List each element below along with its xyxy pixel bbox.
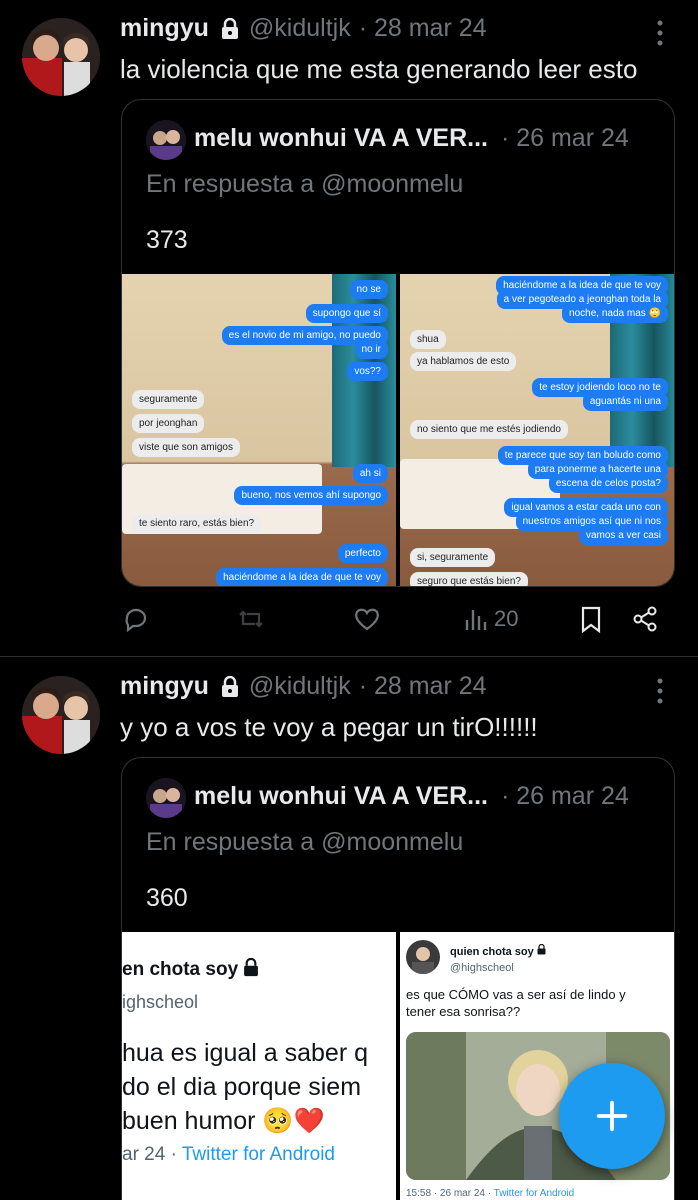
chat-message: no se xyxy=(349,280,388,299)
chat-message: ya hablamos de esto xyxy=(410,352,517,371)
chat-message: escena de celos posta? xyxy=(548,474,668,493)
plus-icon xyxy=(596,1100,628,1132)
reply-context: En respuesta a @moonmelu xyxy=(146,828,463,857)
lock-icon xyxy=(221,675,239,698)
screenshot-text: es que CÓMO vas a ser así de lindo y ten… xyxy=(406,986,626,1020)
heart-icon xyxy=(355,608,379,631)
tweet-header: mingyu @kidultjk · 28 mar 24 xyxy=(120,672,487,701)
share-icon xyxy=(633,606,657,632)
quoted-avatar[interactable] xyxy=(146,778,186,818)
chat-message: perfecto xyxy=(337,544,388,563)
tweet-actions: 20 xyxy=(0,604,698,644)
views-icon xyxy=(465,610,487,630)
chat-message: seguramente xyxy=(132,390,205,409)
screenshot-line: tener esa sonrisa?? xyxy=(406,1004,521,1019)
reply-button[interactable] xyxy=(121,604,151,634)
screenshot-meta-date: 15:58 · 26 mar 24 · xyxy=(406,1188,494,1199)
compose-button[interactable] xyxy=(559,1063,665,1169)
screenshot-name: en chota soy xyxy=(122,957,259,981)
quoted-header: melu wonhui VA A VER... · 26 mar 24 xyxy=(194,782,629,811)
reply-context: En respuesta a @moonmelu xyxy=(146,170,463,199)
retweet-icon xyxy=(239,610,263,628)
retweet-button[interactable] xyxy=(236,604,266,634)
chat-message: si, seguramente xyxy=(410,548,496,567)
chat-message: bueno, nos vemos ahí supongo xyxy=(234,486,388,505)
timestamp[interactable]: · 28 mar 24 xyxy=(359,14,487,43)
screenshot-name-text: en chota soy xyxy=(122,959,239,980)
bookmark-button[interactable] xyxy=(576,604,606,634)
chat-message: por jeonghan xyxy=(132,414,205,433)
share-button[interactable] xyxy=(630,604,660,634)
quoted-display-name[interactable]: melu wonhui VA A VER... xyxy=(194,124,488,152)
lock-icon xyxy=(244,957,259,977)
screenshot-meta-date: ar 24 · xyxy=(122,1144,182,1165)
chat-message: haciéndome a la idea de que te voy xyxy=(216,568,388,586)
chat-screenshot-right[interactable]: haciéndome a la idea de que te voy a ver … xyxy=(400,274,674,586)
avatar[interactable] xyxy=(22,18,100,96)
tweet-text: y yo a vos te voy a pegar un tirO!!!!!! xyxy=(120,712,538,742)
quoted-timestamp[interactable]: · 26 mar 24 xyxy=(501,782,629,810)
screenshot-text: hua es igual a saber q do el dia porque … xyxy=(122,1036,368,1138)
more-options-icon[interactable] xyxy=(650,18,670,48)
tweet-divider xyxy=(0,656,698,657)
chat-message: vamos a ver casi xyxy=(578,526,668,545)
chat-message: te siento raro, estás bien? xyxy=(132,514,262,533)
chat-message: vos?? xyxy=(347,362,388,381)
chat-message: viste que son amigos xyxy=(132,438,240,457)
quoted-text: 373 xyxy=(146,226,188,254)
reply-prefix: En respuesta a xyxy=(146,828,322,856)
screenshot-name-text: quien chota soy xyxy=(450,946,534,958)
views-count: 20 xyxy=(494,606,519,631)
bookmark-icon xyxy=(581,606,601,634)
views-button[interactable]: 20 xyxy=(462,604,518,634)
lock-icon xyxy=(537,943,546,955)
chat-message: seguro que estás bien? xyxy=(410,572,528,586)
tweet-header: mingyu @kidultjk · 28 mar 24 xyxy=(120,14,487,43)
timestamp[interactable]: · 28 mar 24 xyxy=(359,672,487,701)
chat-message: noche, nada mas 🙄 xyxy=(562,304,668,323)
screenshot-avatar xyxy=(406,940,440,974)
tweet-1[interactable]: mingyu @kidultjk · 28 mar 24 la violenci… xyxy=(0,0,698,656)
chat-screenshot-left[interactable]: no se supongo que sí es el novio de mi ami… xyxy=(122,274,396,586)
screenshot-line: hua es igual a saber q xyxy=(122,1039,369,1067)
more-options-icon[interactable] xyxy=(650,676,670,706)
screenshot-meta-client: Twitter for Android xyxy=(181,1144,335,1165)
reply-prefix: En respuesta a xyxy=(146,170,322,198)
chat-message: no siento que me estés jodiendo xyxy=(410,420,568,439)
avatar[interactable] xyxy=(22,676,100,754)
display-name[interactable]: mingyu xyxy=(120,14,209,43)
screenshot-line: es que CÓMO vas a ser así de lindo y xyxy=(406,987,626,1002)
quoted-avatar[interactable] xyxy=(146,120,186,160)
screenshot-handle: ighscheol xyxy=(122,992,199,1012)
quoted-tweet[interactable]: melu wonhui VA A VER... · 26 mar 24 En r… xyxy=(121,99,675,587)
screenshot-line: buen humor 🥺❤️ xyxy=(122,1107,325,1135)
reply-handle[interactable]: @moonmelu xyxy=(321,828,463,856)
screenshot-meta: 15:58 · 26 mar 24 · Twitter for Android xyxy=(406,1188,574,1199)
chat-message: shua xyxy=(410,330,446,349)
reply-icon xyxy=(125,608,147,633)
screenshot-meta-client: Twitter for Android xyxy=(493,1188,575,1199)
chat-message: aguantás ni una xyxy=(582,392,668,411)
screenshot-handle: @highscheol xyxy=(450,962,514,974)
handle[interactable]: @kidultjk xyxy=(249,14,351,43)
screenshot-name: quien chota soy xyxy=(450,943,546,958)
like-button[interactable] xyxy=(352,604,382,634)
chat-message: supongo que sí xyxy=(305,304,388,323)
display-name[interactable]: mingyu xyxy=(120,672,209,701)
screenshot-meta: ar 24 · Twitter for Android xyxy=(122,1144,335,1166)
quoted-text: 360 xyxy=(146,884,188,912)
reply-handle[interactable]: @moonmelu xyxy=(321,170,463,198)
quoted-timestamp[interactable]: · 26 mar 24 xyxy=(501,124,629,152)
tweet-text: la violencia que me esta generando leer … xyxy=(120,54,638,84)
chat-message: no ir xyxy=(354,340,388,359)
tweet-screenshot-left[interactable]: en chota soy ighscheol hua es igual a sa… xyxy=(122,932,396,1200)
quoted-display-name[interactable]: melu wonhui VA A VER... xyxy=(194,782,488,810)
quoted-header: melu wonhui VA A VER... · 26 mar 24 xyxy=(194,124,629,153)
handle[interactable]: @kidultjk xyxy=(249,672,351,701)
screenshot-line: do el dia porque siem xyxy=(122,1073,362,1101)
chat-message: ah si xyxy=(352,464,388,483)
lock-icon xyxy=(221,17,239,40)
